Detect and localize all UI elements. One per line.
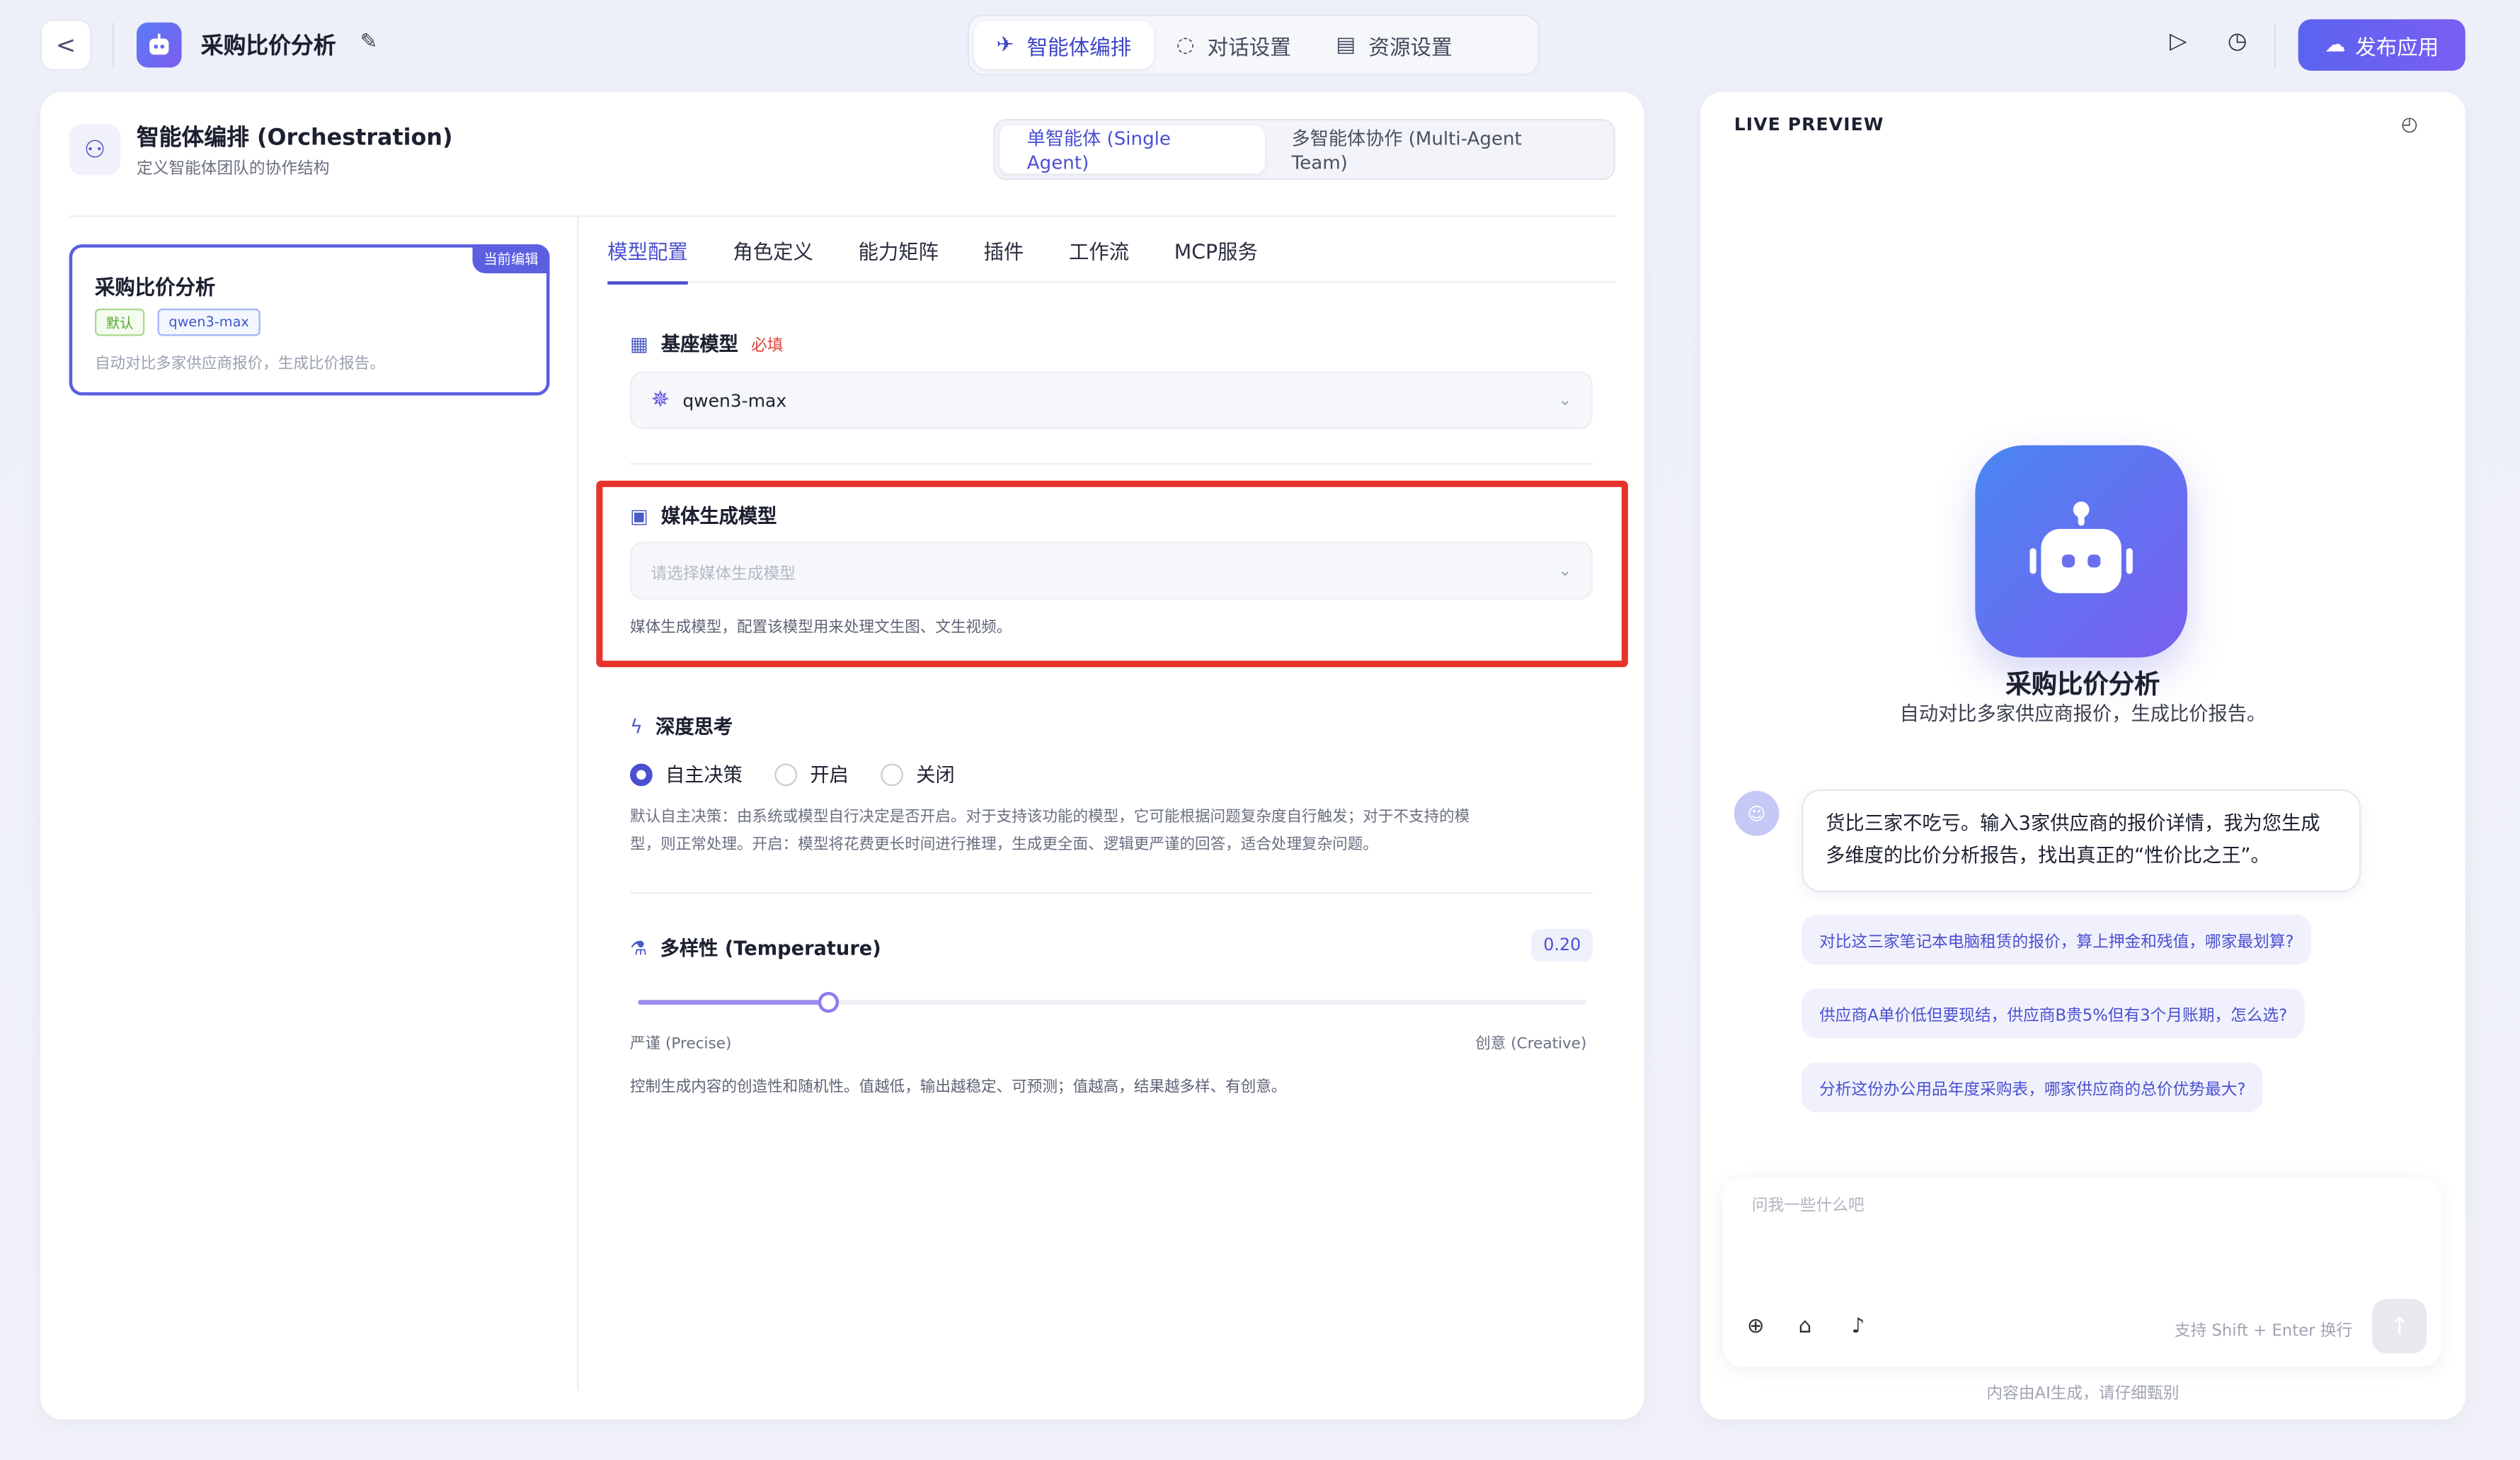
tab-dialog-settings[interactable]: ◌ 对话设置 [1154,21,1314,69]
team-icon: ⚇ [69,123,121,176]
refresh-history-icon[interactable]: ◴ [2401,113,2418,135]
tab-orchestration[interactable]: ✈ 智能体编排 [973,21,1154,69]
back-button[interactable]: < [40,19,92,71]
agent-description: 自动对比多家供应商报价，生成比价报告。 [94,355,385,373]
list-icon: ▤ [1336,33,1356,57]
robot-icon [2029,501,2133,593]
base-model-select[interactable]: ✵ qwen3-max ⌄ [629,371,1593,430]
deep-thinking-options: 自主决策 开启 关闭 [629,760,955,788]
deep-thinking-description: 默认自主决策：由系统或模型自行决定是否开启。对于支持该功能的模型，它可能根据问题… [629,809,1470,854]
agent-card[interactable]: 当前编辑 采购比价分析 默认 qwen3-max 自动对比多家供应商报价，生成比… [69,244,550,396]
toolbox-icon[interactable]: ⌂ [1799,1315,1812,1339]
radio-on[interactable]: 开启 [774,760,849,788]
header-divider [112,22,115,68]
edit-title-icon[interactable]: ✎ [360,30,378,55]
temperature-value: 0.20 [1531,929,1593,962]
temperature-label: ⚗ 多样性 (Temperature) [629,936,881,960]
required-mark: 必填 [751,337,784,355]
header-divider-right [2274,22,2276,68]
tab-role-definition[interactable]: 角色定义 [733,234,813,283]
base-model-label: ▦ 基座模型 必填 [629,331,784,355]
app-avatar [136,22,182,68]
model-tag: qwen3-max [157,308,260,336]
tab-capability-matrix[interactable]: 能力矩阵 [858,234,939,283]
rocket-icon: ✈ [996,33,1014,57]
radio-off[interactable]: 关闭 [881,760,955,788]
arrow-up-icon: ↑ [2389,1311,2410,1341]
temperature-description: 控制生成内容的创造性和随机性。值越低，输出越稳定、可预测；值越高，结果越多样、有… [629,1078,1287,1097]
slider-handle[interactable] [818,991,840,1013]
mode-switch: 单智能体 (Single Agent) 多智能体协作 (Multi-Agent … [993,119,1615,181]
flask-icon: ⚗ [629,936,648,959]
precise-label: 严谨 (Precise) [629,1035,732,1054]
preview-agent-name: 采购比价分析 [2005,668,2160,700]
cloud-upload-icon: ☁ [2325,33,2346,57]
section-divider [629,892,1593,894]
chevron-left-icon: < [55,30,76,60]
tab-workflow[interactable]: 工作流 [1069,234,1129,283]
play-icon[interactable]: ▷ [2170,29,2187,55]
robot-icon [149,33,169,55]
panel-subtitle: 定义智能体团队的协作结构 [136,161,330,179]
ai-disclaimer: 内容由AI生成，请仔细甄别 [1986,1386,2180,1404]
panel-title: 智能体编排 (Orchestration) [136,125,453,152]
microphone-icon[interactable]: ♪ [1852,1315,1865,1339]
chat-icon: ◌ [1176,33,1195,57]
enter-hint: 支持 Shift + Enter 换行 [2174,1323,2353,1341]
mode-single-agent[interactable]: 单智能体 (Single Agent) [1000,125,1265,174]
app-title: 采购比价分析 [200,33,336,60]
tab-model-config[interactable]: 模型配置 [607,234,688,285]
config-tabs: 模型配置 角色定义 能力矩阵 插件 工作流 MCP服务 [607,234,1615,285]
preview-title: LIVE PREVIEW [1734,114,1884,135]
chat-input-placeholder: 问我一些什么吧 [1751,1197,1865,1216]
bot-avatar-icon: ☺ [1734,791,1780,836]
section-divider [629,462,1593,465]
add-circle-icon[interactable]: ⊕ [1747,1315,1765,1339]
lightning-icon: ϟ [629,714,643,737]
column-divider [577,217,579,1391]
highlight-box [596,480,1628,668]
greeting-message: 货比三家不吃亏。输入3家供应商的报价详情，我为您生成多维度的比价分析报告，找出真… [1802,789,2361,893]
tab-resource-settings[interactable]: ▤ 资源设置 [1314,21,1475,69]
radio-dot [881,763,904,786]
chevron-down-icon: ⌄ [1558,391,1572,409]
suggestion-chip[interactable]: 对比这三家笔记本电脑租赁的报价，算上押金和残值，哪家最划算? [1802,914,2312,965]
history-icon[interactable]: ◷ [2228,29,2247,55]
radio-auto[interactable]: 自主决策 [629,760,743,788]
agent-name: 采购比价分析 [94,275,216,300]
radio-dot [774,763,798,786]
top-tabs: ✈ 智能体编排 ◌ 对话设置 ▤ 资源设置 [967,14,1540,76]
suggestion-chip[interactable]: 供应商A单价低但要现结，供应商B贵5%但有3个月账期，怎么选? [1802,988,2306,1039]
grid-icon: ▦ [629,331,648,355]
slider-fill [638,1000,828,1005]
radio-dot [629,763,653,786]
current-edit-badge: 当前编辑 [472,244,550,273]
default-tag: 默认 [94,308,145,336]
agent-avatar-large [1975,445,2188,658]
tab-plugins[interactable]: 插件 [984,234,1024,283]
mode-multi-agent[interactable]: 多智能体协作 (Multi-Agent Team) [1264,125,1609,173]
suggestion-chip[interactable]: 分析这份办公用品年度采购表，哪家供应商的总价优势最大? [1802,1062,2264,1113]
tab-mcp-service[interactable]: MCP服务 [1174,234,1258,283]
panel-divider [69,215,1615,217]
qwen-logo-icon: ✵ [651,387,670,414]
deep-thinking-label: ϟ 深度思考 [629,714,733,738]
send-button[interactable]: ↑ [2372,1299,2427,1354]
preview-agent-desc: 自动对比多家供应商报价，生成比价报告。 [1899,702,2267,725]
base-model-value: qwen3-max [682,389,787,411]
creative-label: 创意 (Creative) [1475,1035,1587,1054]
publish-button[interactable]: ☁ 发布应用 [2298,19,2465,71]
